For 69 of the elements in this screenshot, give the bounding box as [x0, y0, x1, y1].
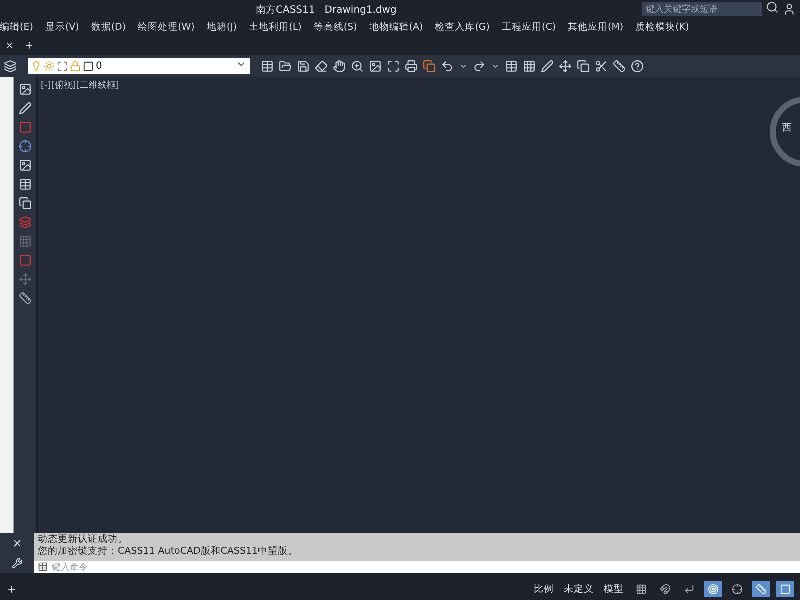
expand-icon[interactable] — [387, 60, 400, 72]
status-button[interactable]: 模型 — [602, 582, 626, 596]
layer-dropdown[interactable]: 0 — [28, 58, 250, 74]
close-tab-button[interactable]: × — [4, 39, 16, 52]
zoom-icon[interactable] — [351, 60, 364, 72]
menu-item[interactable]: 检查入库(G) — [435, 20, 494, 34]
grid-icon — [636, 584, 646, 594]
ruler-icon — [756, 584, 766, 594]
status-button[interactable]: 未定义 — [562, 582, 596, 596]
square-icon[interactable] — [83, 60, 94, 72]
sheet-icon[interactable] — [505, 60, 518, 72]
printer-icon[interactable] — [405, 60, 418, 72]
menu-item[interactable]: 土地利用(L) — [249, 20, 306, 34]
crosshair-icon[interactable] — [18, 140, 32, 153]
user-icon[interactable] — [783, 2, 796, 16]
layers-icon[interactable] — [4, 60, 17, 72]
duplicate-icon[interactable] — [577, 60, 590, 72]
viewport-label[interactable]: [-][俯视][二维线框] — [41, 79, 120, 92]
status-toggle[interactable] — [752, 581, 770, 597]
command-message: 动态更新认证成功。 — [38, 534, 129, 546]
ruler-icon[interactable] — [613, 60, 626, 72]
copy-icon[interactable] — [18, 197, 32, 210]
layer-name: 0 — [96, 60, 102, 72]
menu-item[interactable]: 编辑(E) — [0, 20, 38, 34]
scissors-icon[interactable] — [595, 60, 608, 72]
crosshair-icon — [732, 584, 742, 594]
status-toggle[interactable] — [704, 581, 722, 597]
folder-icon[interactable] — [279, 60, 292, 72]
menu-item[interactable]: 显示(V) — [45, 20, 84, 34]
menu-item[interactable]: 质检模块(K) — [636, 20, 694, 34]
window-title: 南方CASS11 Drawing1.dwg — [256, 4, 397, 17]
search-icon[interactable] — [766, 1, 779, 14]
drawing-canvas[interactable]: [-][俯视][二维线框] 西 — [36, 77, 800, 533]
menu-item[interactable]: 等高线(S) — [314, 20, 362, 34]
square-icon — [780, 584, 790, 594]
hand-icon[interactable] — [333, 60, 346, 72]
wrench-icon[interactable] — [12, 558, 22, 568]
magnet-icon — [660, 584, 670, 594]
image-icon[interactable] — [369, 60, 382, 72]
undo-icon[interactable] — [441, 60, 454, 72]
menu-item[interactable]: 地物编辑(A) — [369, 20, 428, 34]
menu-item[interactable]: 绘图处理(W) — [138, 20, 199, 34]
search-field[interactable]: 键入关键字或短语 — [642, 2, 762, 16]
table-icon[interactable] — [261, 60, 274, 72]
table-icon[interactable] — [18, 178, 32, 191]
status-button[interactable]: 比例 — [532, 582, 556, 596]
command-message: 您的加密锁支持：CASS11 AutoCAD版和CASS11中望版。 — [38, 546, 300, 558]
menu-item[interactable]: 其他应用(M) — [568, 20, 628, 34]
image-icon[interactable] — [18, 83, 32, 96]
copy-icon[interactable] — [423, 60, 436, 72]
command-placeholder: 键入命令 — [52, 562, 88, 574]
terminal-icon[interactable] — [38, 562, 48, 572]
pen-icon[interactable] — [18, 102, 32, 115]
compass-label: 西 — [782, 122, 792, 135]
help-icon[interactable] — [631, 60, 644, 72]
add-layout-button[interactable]: + — [6, 582, 18, 596]
frame-icon[interactable] — [57, 60, 68, 72]
menu-item[interactable]: 数据(D) — [91, 20, 130, 34]
menu-item[interactable]: 地籍(J) — [206, 20, 242, 34]
menu-item[interactable]: 工程应用(C) — [502, 20, 560, 34]
target-icon — [708, 584, 718, 594]
save-icon[interactable] — [297, 60, 310, 72]
eraser-icon[interactable] — [315, 60, 328, 72]
close-icon[interactable] — [12, 538, 22, 548]
move-icon[interactable] — [559, 60, 572, 72]
new-tab-button[interactable]: + — [24, 39, 36, 52]
redo-icon[interactable] — [473, 60, 486, 72]
pen-icon[interactable] — [541, 60, 554, 72]
status-toggle[interactable] — [776, 581, 794, 597]
